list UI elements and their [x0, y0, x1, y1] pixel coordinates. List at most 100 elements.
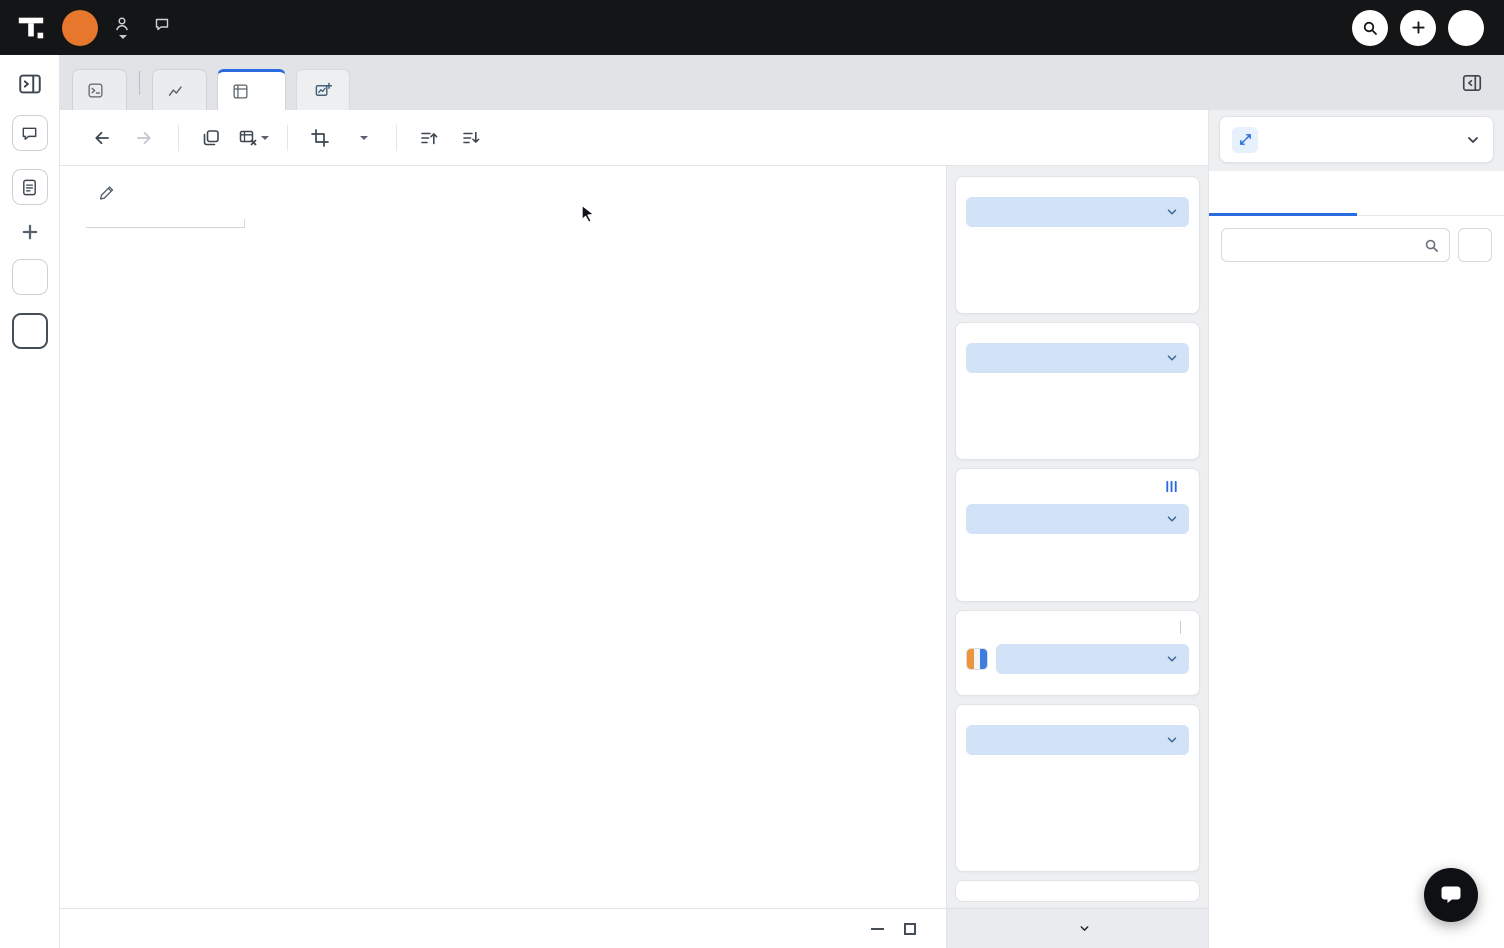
- expand-arrows-icon: [1232, 127, 1258, 153]
- minimize-icon[interactable]: [871, 928, 884, 930]
- add-query-button[interactable]: [21, 223, 39, 241]
- arrow-right-icon: [134, 128, 154, 148]
- crop-button[interactable]: [304, 122, 336, 154]
- app-window: [0, 0, 1504, 948]
- fields-format-tabs: [1209, 171, 1504, 216]
- arrow-left-icon: [92, 128, 112, 148]
- support-chat-button[interactable]: [1424, 868, 1478, 922]
- filter-pill-account-manager[interactable]: [966, 725, 1189, 755]
- update-mode-select[interactable]: [1073, 922, 1091, 935]
- chevron-down-icon: [1165, 652, 1179, 666]
- search-button[interactable]: [1352, 10, 1388, 46]
- crop-icon: [310, 128, 330, 148]
- sort-descending-button[interactable]: [455, 122, 487, 154]
- table-menu-button[interactable]: [237, 122, 269, 154]
- tab-query-2[interactable]: [72, 69, 127, 110]
- link-divider: [1180, 621, 1181, 634]
- field-list: [1209, 270, 1504, 948]
- collapse-right-panel-button[interactable]: [1456, 67, 1488, 99]
- tab-pivot-table-chart[interactable]: [217, 69, 286, 110]
- right-tab-strip: [1208, 55, 1504, 110]
- chart-plus-icon: [314, 81, 333, 100]
- pivot-region-row: [86, 212, 244, 220]
- top-bar: [0, 0, 1504, 55]
- field-search-box[interactable]: [1221, 228, 1450, 262]
- color-swatch-icon: [966, 648, 988, 670]
- sort-descending-icon: [461, 128, 481, 148]
- report-outline-button[interactable]: [12, 169, 48, 205]
- add-formula-button[interactable]: [1458, 228, 1492, 262]
- topbar-actions: [1352, 10, 1504, 46]
- duplicate-button[interactable]: [195, 122, 227, 154]
- quick-charts-area: [1208, 110, 1504, 171]
- chevron-down-icon: [360, 136, 368, 140]
- chevron-down-icon: [1165, 351, 1179, 365]
- menu-bar: [114, 35, 179, 39]
- chart-data-bar: [60, 908, 946, 948]
- field-pill-account-manager[interactable]: [966, 343, 1189, 373]
- query-1-badge[interactable]: [12, 259, 48, 295]
- search-icon: [1362, 20, 1378, 36]
- tab-format[interactable]: [1357, 171, 1504, 215]
- pivot-corner-blank: [86, 212, 244, 220]
- add-button[interactable]: [1400, 10, 1436, 46]
- field-pill-shipping-region[interactable]: [966, 197, 1189, 227]
- pivot-table: [86, 212, 920, 228]
- person-icon: [114, 16, 130, 32]
- field-pill-sum-quantity[interactable]: [966, 504, 1189, 534]
- fields-panel: [1208, 171, 1504, 948]
- pivot-table-icon: [232, 83, 249, 100]
- collapse-panel-button[interactable]: [17, 71, 43, 97]
- query-2-badge[interactable]: [12, 313, 48, 349]
- chevron-down-icon: [1465, 132, 1481, 148]
- maximize-icon[interactable]: [904, 923, 916, 935]
- measures-section-title: [1209, 290, 1504, 308]
- edit-title-button[interactable]: [98, 184, 116, 202]
- report-chat-button[interactable]: [12, 115, 48, 151]
- chat-bubble-icon: [1439, 883, 1463, 907]
- right-panel: [1208, 55, 1504, 948]
- pencil-icon: [98, 184, 116, 202]
- document-icon: [20, 178, 39, 197]
- new-chart-tab-button[interactable]: [296, 69, 350, 110]
- chevron-down-icon: [1165, 205, 1179, 219]
- columns-layout-icon[interactable]: [1164, 479, 1179, 494]
- measure-values-card: [955, 468, 1200, 602]
- left-rail: [0, 55, 60, 948]
- tab-fields[interactable]: [1209, 171, 1357, 215]
- menu-report[interactable]: [114, 35, 127, 39]
- avatar[interactable]: [62, 10, 98, 46]
- tab-divider: [139, 71, 140, 95]
- chevron-down-icon: [1078, 922, 1091, 935]
- chevron-down-icon: [119, 35, 127, 39]
- chat-bubble-icon: [20, 124, 39, 143]
- app-logo[interactable]: [0, 13, 62, 43]
- toolbar-divider: [178, 125, 179, 151]
- report-header: [114, 16, 179, 39]
- breadcrumb: [114, 16, 179, 32]
- update-mode-bar: [947, 908, 1208, 948]
- search-fields-input[interactable]: [1232, 237, 1424, 253]
- convert-to-visual-explorer-button[interactable]: [955, 880, 1200, 902]
- color-legend: [773, 338, 935, 388]
- chevron-down-icon: [1165, 512, 1179, 526]
- aggregate-button[interactable]: [346, 122, 378, 154]
- rows-y-card: [955, 322, 1200, 460]
- pivot-measure-row: [86, 220, 244, 228]
- help-button[interactable]: [1448, 10, 1484, 46]
- quick-charts-selector[interactable]: [1219, 116, 1494, 163]
- sort-ascending-button[interactable]: [413, 122, 445, 154]
- tab-paper-sales[interactable]: [152, 69, 207, 110]
- redo-button[interactable]: [128, 122, 160, 154]
- toolbar-divider: [396, 125, 397, 151]
- filters-card: [955, 704, 1200, 872]
- toolbar-divider: [287, 125, 288, 151]
- dimensions-section-title: [1209, 272, 1504, 290]
- plus-icon: [21, 223, 39, 241]
- panel-left-icon: [17, 71, 43, 97]
- legend-gradient: [773, 360, 935, 382]
- field-pill-measure-values[interactable]: [996, 644, 1189, 674]
- sort-ascending-icon: [419, 128, 439, 148]
- undo-button[interactable]: [86, 122, 118, 154]
- report-icon: [154, 16, 170, 32]
